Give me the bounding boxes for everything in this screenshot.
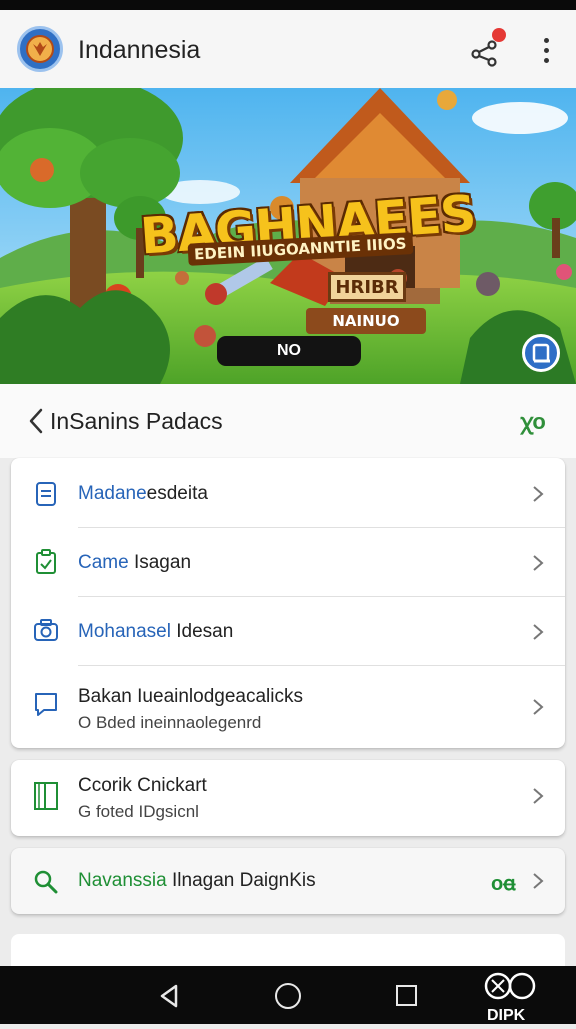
item-title-accent: Came <box>78 552 129 573</box>
item-title: Bakan Iueainlodgeacalicks <box>78 686 303 707</box>
more-vert-icon[interactable] <box>532 32 560 68</box>
chevron-right-icon <box>529 785 547 807</box>
book-card-subtitle: G foted IDgsicnl <box>78 802 199 821</box>
clipboard-icon <box>31 547 61 577</box>
chevron-right-icon <box>529 696 547 718</box>
chevron-right-icon <box>529 621 547 643</box>
search-title: Ilnagan DaignKis <box>166 870 316 891</box>
chevron-right-icon <box>529 483 547 505</box>
notification-dot <box>492 28 506 42</box>
app-title: Indannesia <box>78 36 201 64</box>
badge-icon[interactable] <box>522 334 560 372</box>
building-sign: HRIBR <box>328 272 406 302</box>
search-trailing-badge: oꬰ <box>491 873 516 895</box>
item-title-accent: Madane <box>78 483 147 504</box>
nav-back-icon[interactable] <box>156 982 184 1010</box>
item-subtitle: O Bded ineinnaolegenrd <box>78 713 262 732</box>
section-title: InSanins Padacs <box>50 408 223 434</box>
search-title-accent: Navanssia <box>78 870 167 891</box>
search-icon <box>31 867 61 897</box>
item-title: Idesan <box>170 621 234 642</box>
assistant-label: DIPK <box>487 1007 526 1024</box>
item-title: Isagan <box>128 552 192 573</box>
search-card[interactable]: Navanssia Ilnagan DaignKis oꬰ <box>11 848 565 914</box>
book-card-title: Ccorik Cnickart <box>78 775 207 796</box>
chat-bubble-icon <box>31 689 61 719</box>
list-item[interactable]: Came Isagan <box>11 528 565 596</box>
camera-icon <box>31 616 61 646</box>
list-item[interactable]: Bakan Iueainlodgeacalicks O Bded ineinna… <box>11 666 565 748</box>
chevron-right-icon <box>529 552 547 574</box>
banner-play-button[interactable]: NO <box>217 336 361 366</box>
building-sign-secondary: NAINUO <box>306 308 426 334</box>
status-strip <box>0 0 576 10</box>
item-title: esdeita <box>146 483 208 504</box>
menu-card: Madaneesdeita Came Isagan Mohanasel Ides… <box>11 458 565 748</box>
nav-recents-icon[interactable] <box>396 985 417 1006</box>
nav-home-icon[interactable] <box>275 983 301 1009</box>
app-bar: Indannesia <box>0 10 576 88</box>
item-title-accent: Mohanasel <box>78 621 171 642</box>
document-icon <box>31 479 61 509</box>
book-card[interactable]: Ccorik Cnickart G foted IDgsicnl <box>11 760 565 836</box>
book-icon <box>31 780 61 810</box>
chevron-right-icon <box>529 870 547 892</box>
list-item[interactable]: Mohanasel Idesan <box>11 597 565 665</box>
app-logo-icon <box>17 26 63 72</box>
list-item[interactable]: Madaneesdeita <box>11 458 565 527</box>
section-action-button[interactable]: ꭓo <box>516 404 550 438</box>
